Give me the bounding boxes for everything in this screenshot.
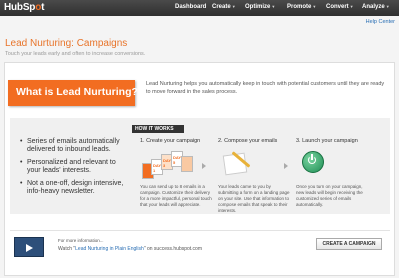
nav-analyze[interactable]: Analyze▼ bbox=[362, 4, 390, 10]
list-item: Personalized and relevant to your leads'… bbox=[20, 159, 130, 175]
arrow-right-icon bbox=[284, 163, 288, 169]
video-link[interactable]: Lead Nurturing in Plain English bbox=[75, 246, 144, 252]
hubspot-logo[interactable]: HubSpot bbox=[4, 2, 44, 13]
step-title: 2. Compose your emails bbox=[218, 138, 278, 144]
page-subtitle: Touch your leads early and often to incr… bbox=[5, 51, 146, 57]
step-compose-emails: 2. Compose your emails Your leads came t… bbox=[218, 138, 296, 213]
chevron-down-icon: ▼ bbox=[312, 4, 317, 9]
chevron-down-icon: ▼ bbox=[349, 4, 354, 9]
chevron-down-icon: ▼ bbox=[271, 4, 276, 9]
step-description: You can send up to 8 emails in a campaig… bbox=[140, 184, 212, 207]
power-button-icon bbox=[300, 149, 326, 175]
arrow-right-icon bbox=[202, 163, 206, 169]
help-center-link[interactable]: Help Center bbox=[366, 19, 395, 25]
banner-heading: What is Lead Nurturing? bbox=[16, 86, 138, 98]
chevron-down-icon: ▼ bbox=[231, 4, 236, 9]
page-title: Lead Nurturing: Campaigns bbox=[5, 38, 128, 49]
nav-convert[interactable]: Convert▼ bbox=[326, 4, 354, 10]
nav-create[interactable]: Create▼ bbox=[212, 4, 236, 10]
create-campaign-button[interactable]: CREATE A CAMPAIGN bbox=[316, 238, 382, 250]
step-launch-campaign: 3. Launch your campaign Once you turn on… bbox=[296, 138, 374, 207]
nav-optimize[interactable]: Optimize▼ bbox=[245, 4, 275, 10]
envelopes-icon: DAY 1 DAY 3 DAY 5 bbox=[142, 151, 193, 179]
chevron-down-icon: ▼ bbox=[385, 4, 390, 9]
video-thumbnail[interactable] bbox=[14, 237, 44, 257]
compose-email-icon bbox=[222, 150, 251, 176]
step-title: 3. Launch your campaign bbox=[296, 138, 358, 144]
intro-text: Lead Nurturing helps you automatically k… bbox=[146, 81, 385, 95]
watch-video-text: Watch "Lead Nurturing in Plain English" … bbox=[58, 246, 203, 252]
step-description: Once you turn on your campaign, new lead… bbox=[296, 184, 363, 207]
how-it-works-label: HOW IT WORKS bbox=[132, 125, 184, 133]
step-title: 1. Create your campaign bbox=[140, 138, 201, 144]
benefits-list: Series of emails automatically delivered… bbox=[20, 138, 130, 201]
lead-nurturing-banner: What is Lead Nurturing? bbox=[8, 80, 138, 106]
nav-promote[interactable]: Promote▼ bbox=[287, 4, 316, 10]
step-description: Your leads came to you by submitting a f… bbox=[218, 184, 290, 213]
step-create-campaign: 1. Create your campaign You can send up … bbox=[140, 138, 218, 207]
top-navigation-bar: HubSpot Dashboard Create▼ Optimize▼ Prom… bbox=[0, 0, 399, 16]
nav-dashboard[interactable]: Dashboard bbox=[175, 4, 206, 10]
list-item: Series of emails automatically delivered… bbox=[20, 138, 130, 154]
list-item: Not a one-off, design intensive, info-he… bbox=[20, 180, 130, 196]
more-info-text: For more information... bbox=[58, 238, 104, 243]
